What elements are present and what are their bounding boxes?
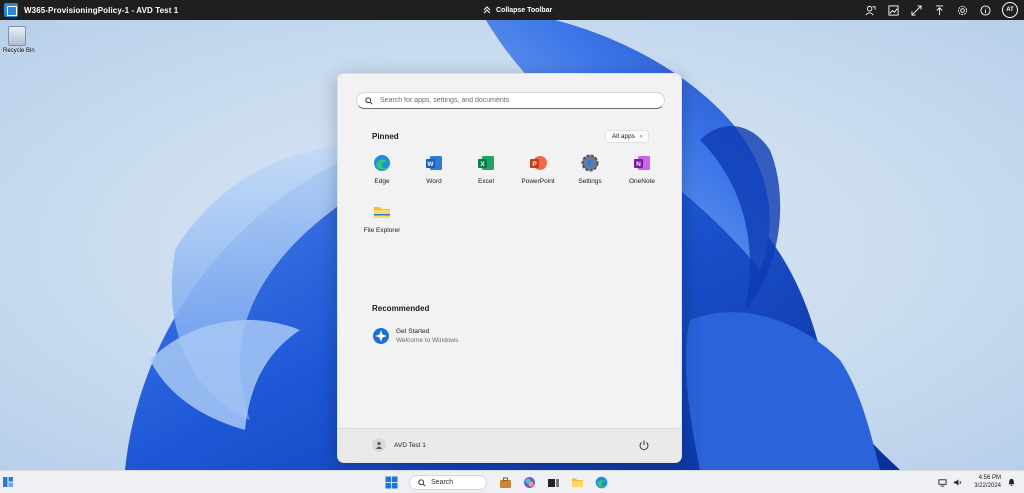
start-button[interactable] bbox=[382, 474, 400, 491]
volume-icon[interactable] bbox=[953, 478, 962, 487]
recycle-bin-icon bbox=[8, 26, 26, 46]
expand-icon bbox=[910, 4, 922, 16]
recommended-title: Recommended bbox=[372, 304, 430, 313]
taskbar-app-task-view[interactable] bbox=[544, 474, 562, 491]
get-started-icon bbox=[373, 328, 389, 344]
pin-toolbar-button[interactable] bbox=[933, 4, 945, 16]
taskbar-app-briefcase[interactable] bbox=[496, 474, 514, 491]
onenote-icon: N bbox=[634, 156, 650, 170]
recycle-bin-label: Recycle Bin bbox=[3, 48, 35, 54]
taskbar-app-file-explorer[interactable] bbox=[568, 474, 586, 491]
taskbar-app-edge[interactable] bbox=[592, 474, 610, 491]
task-view-icon bbox=[547, 479, 559, 487]
chevron-right-icon: › bbox=[639, 133, 643, 140]
search-icon bbox=[365, 96, 373, 105]
pinned-app-label: Word bbox=[426, 178, 442, 185]
excel-icon: X bbox=[478, 156, 494, 170]
pinned-app-label: Excel bbox=[478, 178, 494, 185]
powerpoint-icon: P bbox=[530, 156, 547, 170]
pinned-app-label: Edge bbox=[374, 178, 390, 185]
notification-icon[interactable] bbox=[1007, 478, 1016, 487]
pin-icon bbox=[935, 4, 943, 15]
pinned-app-excel[interactable]: X Excel bbox=[460, 154, 512, 185]
recommended-item-title: Get Started bbox=[396, 328, 430, 335]
network-icon[interactable] bbox=[938, 478, 947, 487]
pinned-app-settings[interactable]: Settings bbox=[564, 154, 616, 185]
briefcase-icon bbox=[499, 477, 511, 488]
recommended-item-subtitle: Welcome to Windows bbox=[396, 337, 459, 344]
clock-date: 3/22/2024 bbox=[974, 483, 1001, 489]
edge-icon bbox=[595, 476, 607, 489]
pinned-app-file-explorer[interactable]: File Explorer bbox=[356, 203, 408, 234]
copilot-icon bbox=[523, 477, 535, 488]
svg-text:W: W bbox=[427, 161, 434, 168]
svg-text:X: X bbox=[480, 161, 485, 168]
image-icon bbox=[887, 4, 899, 16]
all-apps-label: All apps bbox=[611, 133, 635, 140]
user-account-button[interactable]: AVD Test 1 bbox=[372, 438, 426, 452]
collapse-toolbar-label: Collapse Toolbar bbox=[496, 6, 553, 14]
pinned-app-word[interactable]: W Word bbox=[408, 154, 460, 185]
widgets-icon[interactable] bbox=[2, 476, 14, 488]
edge-icon bbox=[374, 155, 390, 171]
system-tray: 4:56 PM 3/22/2024 bbox=[938, 474, 1016, 490]
taskbar-search-label: Search bbox=[431, 479, 454, 486]
start-menu-footer: AVD Test 1 bbox=[338, 428, 681, 462]
word-icon: W bbox=[426, 156, 442, 170]
taskbar-apps: Search bbox=[382, 474, 610, 491]
taskbar-search[interactable]: Search bbox=[409, 475, 487, 490]
settings-icon bbox=[581, 154, 599, 172]
settings-icon bbox=[957, 5, 967, 15]
chevron-up-icon bbox=[483, 6, 491, 14]
info-icon bbox=[979, 4, 991, 16]
user-icon bbox=[375, 441, 383, 449]
recommended-item-get-started[interactable]: Get Started Welcome to Windows bbox=[372, 327, 458, 345]
power-icon[interactable] bbox=[638, 439, 650, 451]
pinned-app-label: OneNote bbox=[628, 178, 656, 185]
pinned-title: Pinned bbox=[372, 132, 399, 141]
start-search-box[interactable] bbox=[356, 92, 665, 109]
remote-app-icon bbox=[865, 5, 876, 15]
start-menu: Pinned All apps › Edge W Word X Excel P … bbox=[337, 73, 682, 463]
pinned-app-label: PowerPoint bbox=[521, 178, 555, 185]
taskbar: Search 4:56 PM 3/22/2024 bbox=[0, 470, 1024, 493]
info-button[interactable] bbox=[979, 4, 991, 16]
taskbar-app-copilot[interactable] bbox=[520, 474, 538, 491]
remote-desktop-toolbar: W365-ProvisioningPolicy-1 - AVD Test 1 C… bbox=[0, 0, 1024, 20]
windows-logo-icon bbox=[385, 476, 397, 489]
svg-text:N: N bbox=[636, 161, 641, 168]
remote-app-button[interactable] bbox=[864, 4, 876, 16]
collapse-toolbar-button[interactable]: Collapse Toolbar bbox=[482, 0, 552, 20]
session-title: W365-ProvisioningPolicy-1 - AVD Test 1 bbox=[24, 5, 179, 15]
fullscreen-button[interactable] bbox=[910, 4, 922, 16]
start-search-input[interactable] bbox=[380, 97, 650, 104]
pinned-apps-grid: Edge W Word X Excel P PowerPoint Setting… bbox=[356, 154, 668, 234]
folder-icon bbox=[374, 207, 390, 218]
search-icon bbox=[418, 478, 426, 487]
all-apps-button[interactable]: All apps › bbox=[605, 130, 649, 143]
clock-time: 4:56 PM bbox=[978, 475, 1001, 481]
pinned-app-edge[interactable]: Edge bbox=[356, 154, 408, 185]
user-name: AVD Test 1 bbox=[394, 441, 426, 449]
folder-icon bbox=[571, 478, 583, 487]
pinned-app-onenote[interactable]: N OneNote bbox=[616, 154, 668, 185]
pinned-app-label: Settings bbox=[578, 178, 602, 185]
svg-text:P: P bbox=[532, 161, 537, 168]
pinned-app-label: File Explorer bbox=[363, 227, 401, 234]
remote-desktop-app-icon bbox=[4, 3, 18, 17]
pinned-app-powerpoint[interactable]: P PowerPoint bbox=[512, 154, 564, 185]
user-avatar bbox=[372, 438, 386, 452]
screenshot-button[interactable] bbox=[887, 4, 899, 16]
account-avatar[interactable]: AT bbox=[1002, 2, 1018, 18]
settings-button[interactable] bbox=[956, 4, 968, 16]
clock[interactable]: 4:56 PM 3/22/2024 bbox=[974, 474, 1001, 490]
recycle-bin[interactable]: Recycle Bin bbox=[3, 26, 35, 54]
